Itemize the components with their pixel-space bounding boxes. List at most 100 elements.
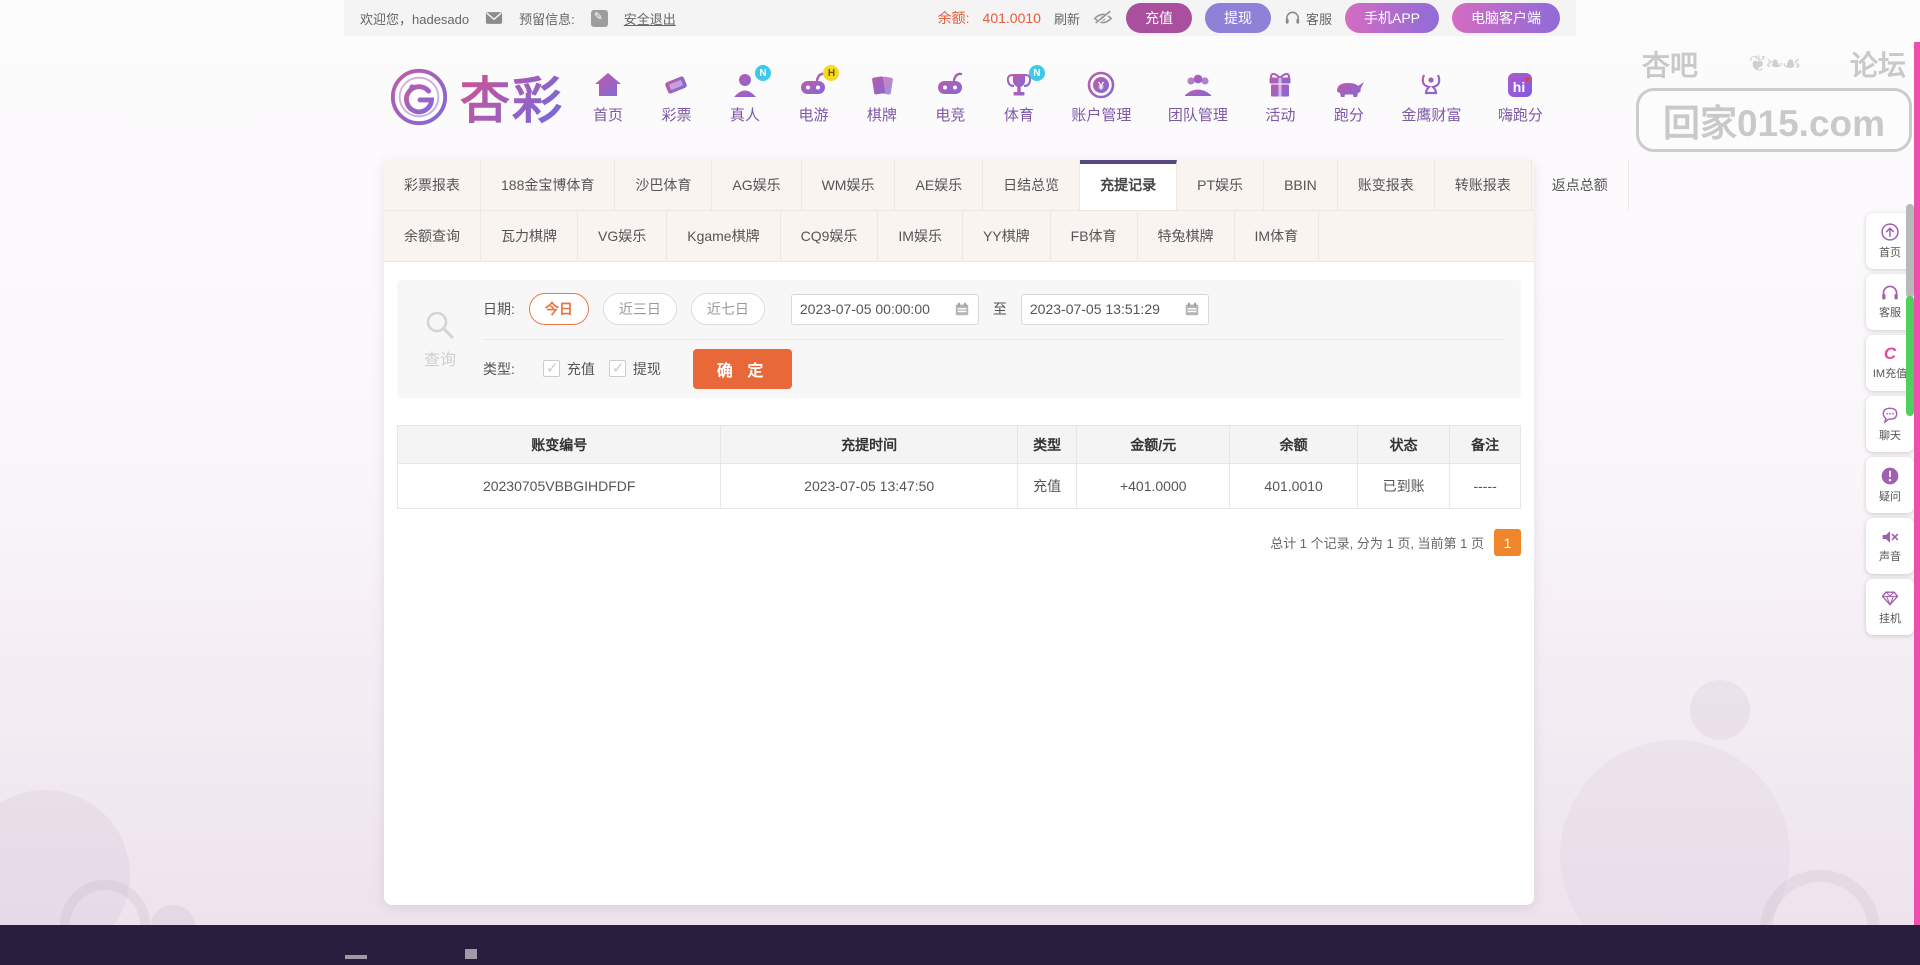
lyre-icon (1415, 69, 1447, 101)
exclamation-circle-icon (1880, 466, 1900, 486)
speaker-muted-icon (1880, 528, 1900, 546)
watermark-site: 回家015.com (1636, 88, 1912, 152)
tab[interactable]: Kgame棋牌 (667, 211, 781, 261)
nav-item-sports[interactable]: N 体育 (1003, 65, 1045, 125)
column-header: 备注 (1449, 425, 1521, 464)
eye-off-icon[interactable] (1093, 10, 1113, 26)
tab[interactable]: 彩票报表 (384, 160, 481, 210)
type-checkbox-deposit[interactable]: 充值 (542, 359, 595, 379)
date-preset-7days[interactable]: 近七日 (690, 293, 765, 326)
sidebar-item-sound[interactable]: 声音 (1866, 518, 1914, 574)
tab-bar-row2: 余额查询 瓦力棋牌 VG娱乐 Kgame棋牌 CQ9娱乐 IM娱乐 YY棋牌 F… (384, 211, 1534, 262)
tab[interactable]: CQ9娱乐 (781, 211, 879, 261)
nav-item-lottery[interactable]: 彩票 (660, 69, 692, 125)
nav-item-hi-paofen[interactable]: hi 嗨跑分 (1498, 69, 1543, 125)
sidebar-label: 挂机 (1879, 613, 1901, 625)
pagination-summary: 总计 1 个记录, 分为 1 页, 当前第 1 页 (1270, 536, 1484, 551)
nav-item-account[interactable]: ¥ 账户管理 (1071, 69, 1131, 125)
nav-label: 团队管理 (1167, 107, 1228, 124)
chat-bubble-icon (1880, 405, 1900, 425)
tab[interactable]: FB体育 (1051, 211, 1138, 261)
nav-item-esports[interactable]: 电竞 (934, 69, 966, 125)
type-label: 类型: (483, 360, 515, 377)
coin-icon: ¥ (1085, 69, 1117, 101)
withdraw-button[interactable]: 提现 (1204, 3, 1271, 33)
customer-service-link[interactable]: 客服 (1284, 9, 1332, 28)
tab[interactable]: 188金宝博体育 (481, 160, 616, 210)
nav-item-egames[interactable]: H 电游 (797, 65, 840, 125)
tab[interactable]: BBIN (1264, 160, 1338, 210)
footer-bar (0, 925, 1920, 965)
edit-icon[interactable] (590, 9, 608, 27)
cell-remark: ----- (1449, 463, 1521, 509)
home-icon (592, 69, 624, 101)
sidebar-item-question[interactable]: 疑问 (1866, 457, 1914, 513)
scrollbar-thumb[interactable] (1906, 296, 1914, 416)
brand-logo[interactable]: 杏彩 (388, 61, 564, 133)
type-checkbox-withdraw[interactable]: 提现 (608, 359, 661, 379)
nav-label: 体育 (1003, 107, 1034, 124)
gamepad-icon (934, 69, 966, 101)
nav-item-promos[interactable]: 活动 (1264, 69, 1296, 125)
date-preset-3days[interactable]: 近三日 (602, 293, 677, 326)
column-header: 状态 (1357, 425, 1451, 464)
rhino-icon (1333, 69, 1365, 101)
scrollbar-track[interactable] (1906, 204, 1914, 298)
tab[interactable]: 日结总览 (983, 160, 1081, 210)
trophy-icon: N (1003, 65, 1045, 101)
date-to-input[interactable]: 2023-07-05 13:51:29 (1020, 293, 1209, 325)
new-badge: N (754, 65, 771, 81)
balance-label: 余额: (937, 10, 970, 26)
mobile-app-button[interactable]: 手机APP (1344, 3, 1439, 33)
date-label: 日期: (483, 301, 515, 318)
tab[interactable]: 返点总额 (1532, 160, 1629, 210)
envelope-icon[interactable] (485, 11, 503, 25)
tab[interactable]: PT娱乐 (1177, 160, 1265, 210)
checkbox-icon (542, 359, 560, 378)
pagination: 总计 1 个记录, 分为 1 页, 当前第 1 页 1 (384, 529, 1521, 556)
sidebar-item-idle[interactable]: 挂机 (1866, 579, 1914, 635)
confirm-button[interactable]: 确 定 (692, 348, 793, 389)
tab[interactable]: VG娱乐 (578, 211, 668, 261)
nav-item-cards[interactable]: 棋牌 (866, 69, 898, 125)
page-button-1[interactable]: 1 (1494, 529, 1521, 556)
main-nav: 首页 彩票 N 真人 H 电游 棋牌 电竞 N 体育 ¥ 账户管理 团队管理 活… (592, 65, 1543, 125)
tab[interactable]: 瓦力棋牌 (481, 211, 578, 261)
forum-watermark: 杏吧 ❦❧☙ 论坛 回家015.com (1636, 44, 1912, 152)
calendar-icon[interactable] (1184, 301, 1200, 317)
tab[interactable]: AG娱乐 (712, 160, 802, 210)
nav-item-home[interactable]: 首页 (592, 69, 624, 125)
pc-client-button[interactable]: 电脑客户端 (1452, 3, 1560, 33)
tab[interactable]: IM娱乐 (878, 211, 963, 261)
nav-item-team[interactable]: 团队管理 (1168, 69, 1228, 125)
column-header: 充提时间 (720, 425, 1018, 464)
nav-item-live[interactable]: N 真人 (729, 65, 771, 125)
nav-label: 金鹰财富 (1401, 107, 1462, 124)
tab[interactable]: 余额查询 (384, 211, 481, 261)
date-from-input[interactable]: 2023-07-05 00:00:00 (790, 293, 979, 325)
column-header: 账变编号 (396, 425, 722, 464)
tab[interactable]: WM娱乐 (802, 160, 896, 210)
tab[interactable]: 特兔棋牌 (1138, 211, 1235, 261)
calendar-icon[interactable] (954, 301, 970, 317)
logout-link[interactable]: 安全退出 (624, 9, 676, 28)
tab[interactable]: YY棋牌 (963, 211, 1051, 261)
tab[interactable]: 转账报表 (1435, 160, 1532, 210)
tab[interactable]: AE娱乐 (895, 160, 984, 210)
nav-item-jinying[interactable]: 金鹰财富 (1401, 69, 1461, 125)
nav-label: 嗨跑分 (1497, 107, 1543, 124)
deposit-button[interactable]: 充值 (1125, 3, 1192, 33)
new-badge: N (1028, 65, 1045, 81)
date-preset-today[interactable]: 今日 (528, 293, 589, 326)
refresh-button[interactable]: 刷新 (1054, 9, 1080, 28)
tab[interactable]: IM体育 (1235, 211, 1320, 261)
nav-label: 棋牌 (866, 107, 897, 124)
nav-item-paofen[interactable]: 跑分 (1333, 69, 1365, 125)
records-table: 账变编号 充提时间 类型 金额/元 余额 状态 备注 20230705VBBGI… (396, 425, 1521, 509)
tab-active[interactable]: 充提记录 (1080, 160, 1178, 210)
query-section[interactable]: 查询 (397, 280, 483, 398)
reserved-info-label: 预留信息: (519, 11, 575, 27)
tab[interactable]: 沙巴体育 (615, 160, 713, 210)
cell-type: 充值 (1016, 463, 1078, 509)
tab[interactable]: 账变报表 (1338, 160, 1435, 210)
